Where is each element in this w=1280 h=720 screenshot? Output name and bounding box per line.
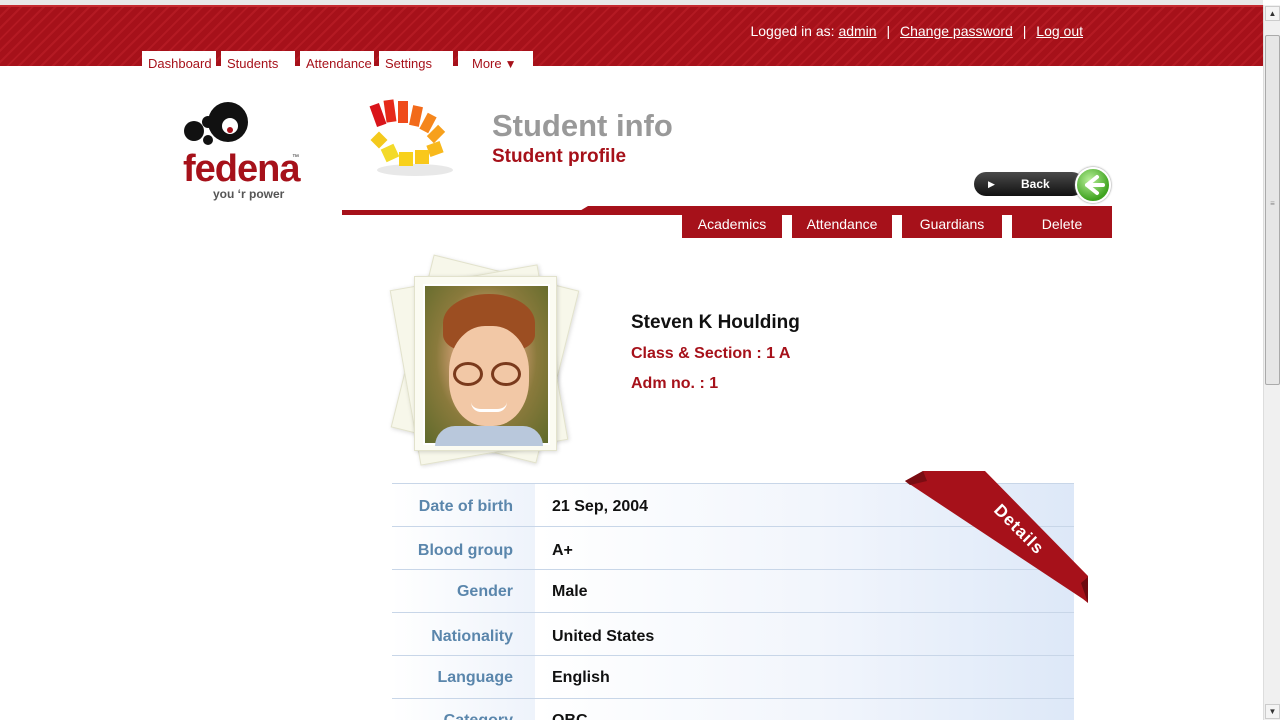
logo-tm: ™: [292, 154, 299, 161]
back-button-label: Back: [1021, 177, 1050, 191]
nav-tab-label: More: [472, 56, 502, 71]
nav-tab-label: Attendance: [306, 56, 372, 71]
student-name: Steven K Houlding: [631, 312, 800, 333]
details-ribbon: Details: [905, 471, 1088, 603]
scroll-down-icon[interactable]: ▼: [1265, 704, 1280, 719]
log-out-link[interactable]: Log out: [1036, 23, 1083, 39]
nav-tab-students[interactable]: Students: [221, 51, 295, 73]
profile-tabs: Academics Attendance Guardians Delete: [682, 210, 1112, 238]
student-info-icon: [369, 99, 453, 176]
account-links: Logged in as: admin | Change password | …: [750, 23, 1083, 39]
detail-row: Nationality United States: [392, 612, 1074, 655]
back-button[interactable]: ▶ Back: [974, 172, 1084, 196]
photo-glasses: [491, 362, 521, 386]
scroll-up-icon[interactable]: ▲: [1265, 6, 1280, 21]
username-link[interactable]: admin: [838, 23, 876, 39]
page-subtitle: Student profile: [492, 146, 627, 167]
detail-value: United States: [538, 613, 1074, 655]
nav-tab-label: Settings: [385, 56, 432, 71]
photo-shirt: [435, 426, 543, 446]
detail-label: Nationality: [392, 613, 535, 655]
nav-tab-dashboard[interactable]: Dashboard: [142, 51, 216, 73]
detail-row: Category OBC: [392, 698, 1074, 720]
grip-icon: ≡: [1270, 199, 1275, 208]
nav-tab-label: Students: [227, 56, 279, 71]
main-nav: Dashboard Students Attendance Settings M…: [142, 51, 538, 73]
tab-delete[interactable]: Delete: [1012, 210, 1112, 238]
logo-bubbles-icon: [184, 102, 248, 145]
separator: |: [886, 23, 891, 39]
logo-tagline: you ‘r power: [213, 187, 285, 201]
logged-in-label: Logged in as:: [750, 23, 835, 39]
student-adm-no: Adm no. : 1: [631, 375, 719, 392]
logo-word: fedena: [183, 148, 300, 190]
detail-label: Category: [392, 699, 535, 720]
tab-attendance[interactable]: Attendance: [792, 210, 892, 238]
fedena-logo[interactable]: fedena ™ you ‘r power: [180, 96, 310, 206]
tab-academics[interactable]: Academics: [682, 210, 782, 238]
change-password-link[interactable]: Change password: [900, 23, 1013, 39]
nav-tab-settings[interactable]: Settings: [379, 51, 453, 73]
detail-label: Blood group: [392, 527, 535, 569]
play-icon: ▶: [988, 179, 995, 189]
student-photo: [423, 284, 550, 446]
back-arrow-icon[interactable]: [1075, 167, 1111, 203]
detail-label: Date of birth: [392, 484, 535, 526]
tab-label: Delete: [1041, 216, 1083, 232]
detail-value: OBC: [538, 699, 1074, 720]
student-class-section: Class & Section : 1 A: [631, 345, 791, 362]
nav-tab-attendance[interactable]: Attendance: [300, 51, 374, 73]
photo-glasses: [453, 362, 483, 386]
nav-tab-label: Dashboard: [148, 56, 212, 71]
separator: |: [1022, 23, 1027, 39]
tab-guardians[interactable]: Guardians: [902, 210, 1002, 238]
tab-label: Guardians: [919, 216, 985, 232]
tab-label: Attendance: [806, 216, 878, 232]
detail-label: Language: [392, 656, 535, 698]
detail-label: Gender: [392, 570, 535, 612]
caret-down-icon: ▼: [504, 57, 517, 71]
detail-row: Language English: [392, 655, 1074, 698]
detail-value: English: [538, 656, 1074, 698]
nav-tab-more[interactable]: More ▼: [458, 51, 533, 73]
photo-smile: [471, 402, 507, 412]
page-title: Student info: [492, 108, 673, 143]
vertical-scrollbar[interactable]: ▲ ≡ ▼: [1263, 5, 1280, 720]
top-bar: Logged in as: admin | Change password | …: [0, 5, 1263, 73]
tab-label: Academics: [697, 216, 767, 232]
